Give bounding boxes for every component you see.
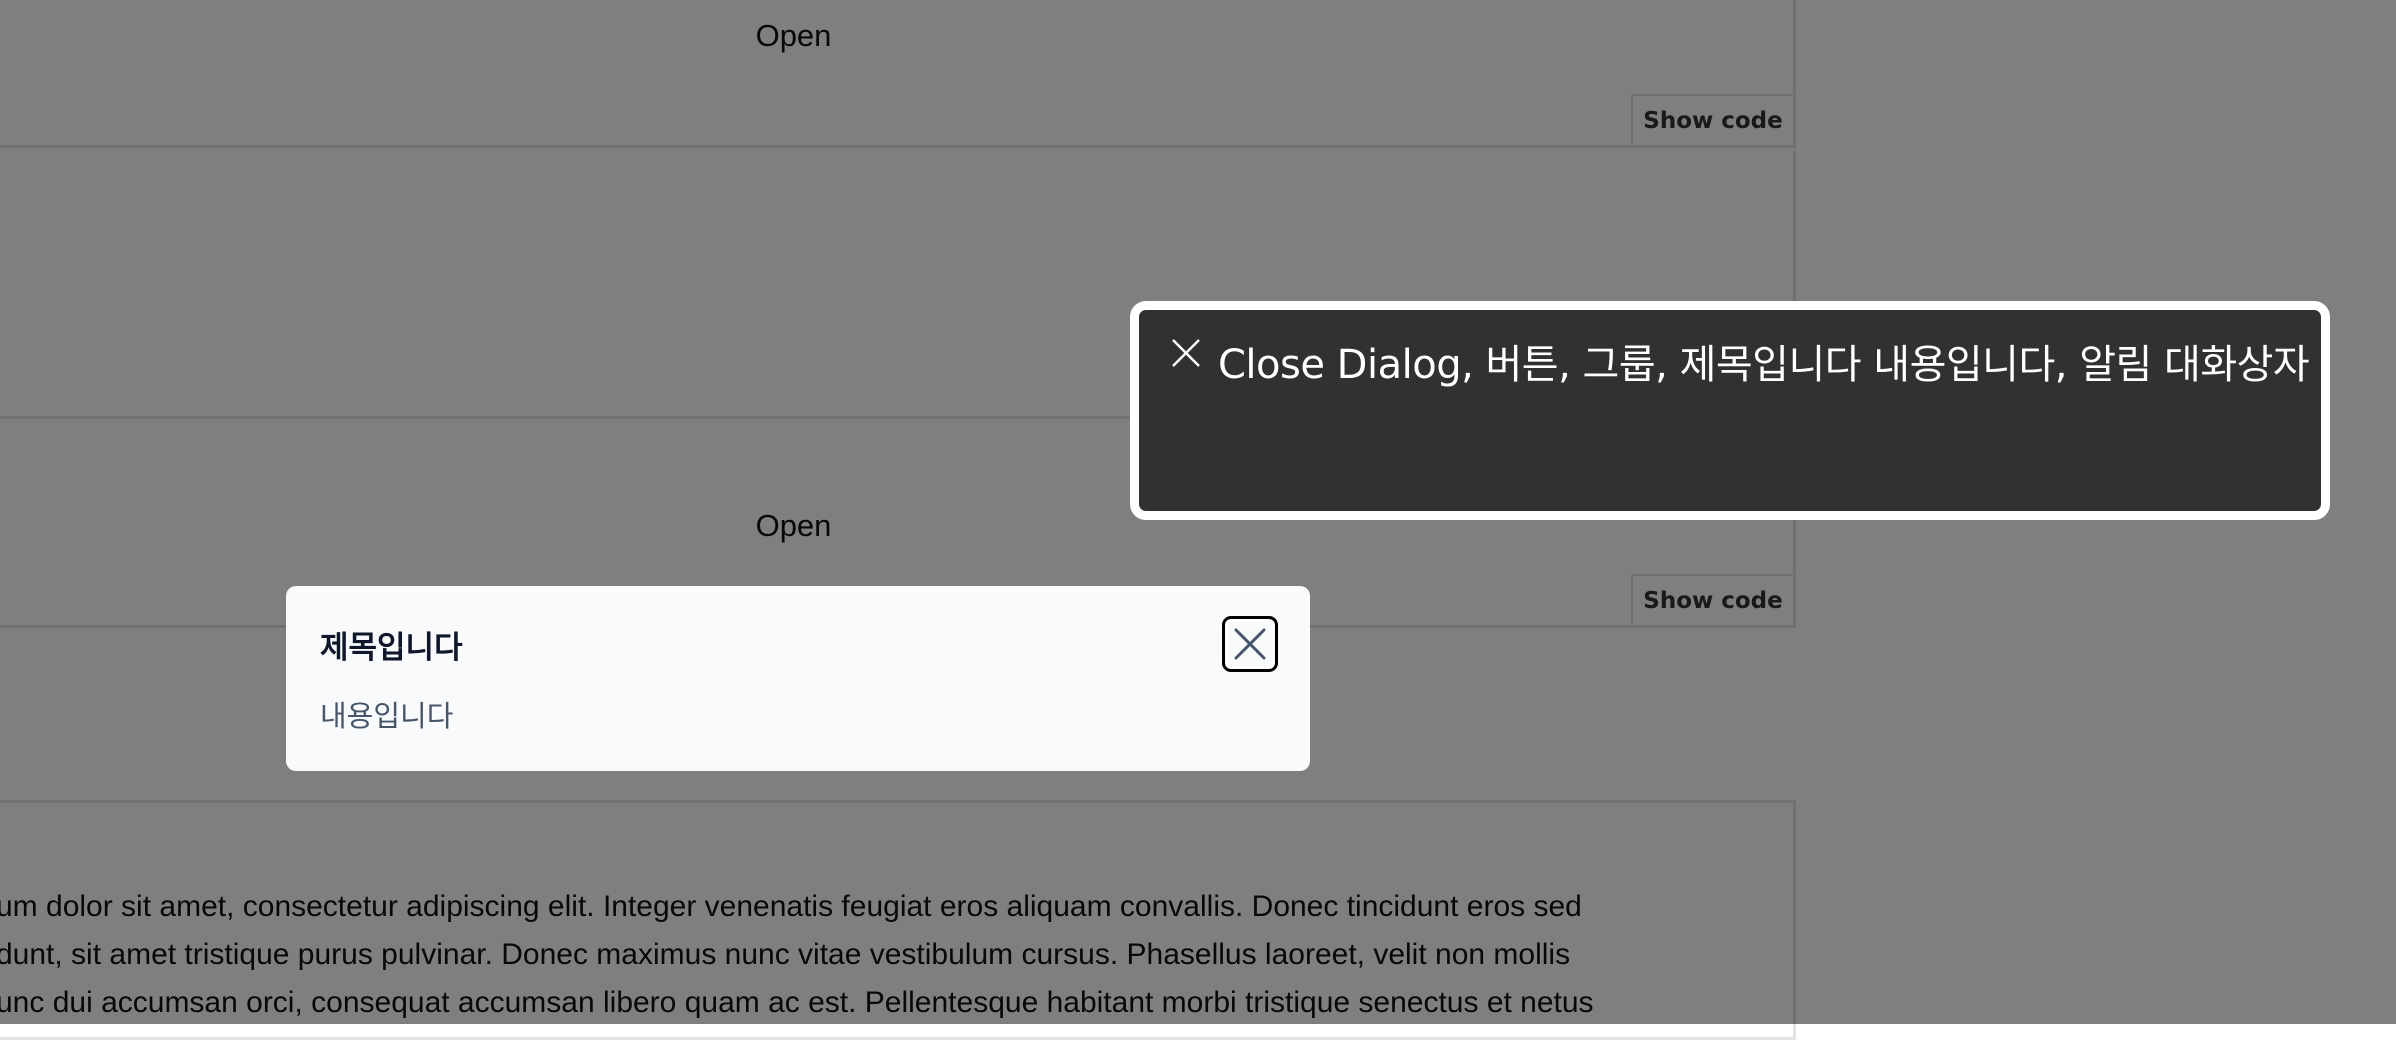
dialog-title: 제목입니다	[320, 630, 463, 666]
close-dialog-button[interactable]	[1222, 616, 1278, 672]
alert-dialog: 제목입니다 내용입니다	[286, 586, 1310, 771]
screen-reader-caption-text: Close Dialog, 버튼, 그룹, 제목입니다 내용입니다, 알림 대화…	[1218, 342, 2310, 388]
close-icon	[1234, 628, 1266, 660]
screen-reader-caption-panel: Close Dialog, 버튼, 그룹, 제목입니다 내용입니다, 알림 대화…	[1130, 301, 2330, 520]
dialog-description: 내용입니다	[320, 699, 454, 733]
close-icon	[1172, 339, 1200, 367]
